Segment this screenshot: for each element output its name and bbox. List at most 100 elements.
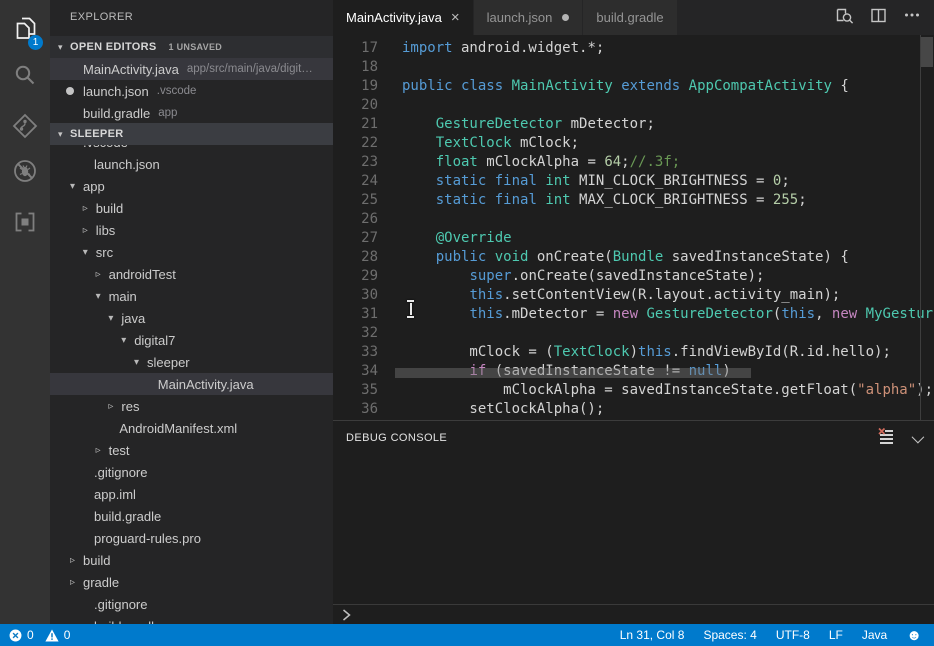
open-editor-desc: .vscode: [157, 85, 197, 97]
tree-item-java[interactable]: ▾java: [50, 307, 333, 329]
twistie-collapsed-icon: ▹: [108, 401, 121, 412]
tree-item-test[interactable]: ▹test: [50, 439, 333, 461]
tree-item-label: AndroidManifest.xml: [119, 421, 237, 436]
tree-item-label: app: [83, 179, 105, 194]
explorer-icon[interactable]: 1: [0, 8, 50, 50]
tree-item-label: libs: [96, 223, 116, 238]
code-line: 20: [333, 96, 934, 115]
line-number: 17: [333, 39, 378, 58]
debug-icon[interactable]: [0, 150, 50, 192]
extensions-icon[interactable]: [0, 201, 50, 243]
code-line: 24 static final int MIN_CLOCK_BRIGHTNESS…: [333, 172, 934, 191]
tree-item-label: .gitignore: [94, 597, 147, 612]
open-editor-name: launch.json: [83, 84, 149, 99]
tab-MainActivity.java[interactable]: MainActivity.java ×: [333, 0, 474, 35]
tree-item-label: src: [96, 245, 113, 260]
editor-actions: [834, 0, 934, 35]
open-editors-header[interactable]: ▾ OPEN EDITORS 1 UNSAVED: [50, 36, 333, 58]
collapse-panel-icon[interactable]: [912, 430, 925, 443]
unsaved-badge: 1 UNSAVED: [169, 42, 223, 52]
open-editor-item[interactable]: launch.json .vscode: [50, 80, 333, 102]
tree-item-build[interactable]: ▹build: [50, 197, 333, 219]
tree-item-app.iml[interactable]: app.iml: [50, 483, 333, 505]
twistie-collapsed-icon: ▹: [70, 577, 83, 588]
tab-launch.json[interactable]: launch.json: [474, 0, 584, 35]
tree-item-sleeper[interactable]: ▾sleeper: [50, 351, 333, 373]
tree-item-build.gradle[interactable]: build.gradle: [50, 505, 333, 527]
code-line: 32: [333, 324, 934, 343]
tree-item-.gitignore[interactable]: .gitignore: [50, 593, 333, 615]
problems-status[interactable]: 0 0: [0, 628, 76, 642]
code-line: 18: [333, 58, 934, 77]
tree-item-launch.json[interactable]: launch.json: [50, 153, 333, 175]
line-text: GestureDetector mDetector;: [402, 115, 655, 134]
twistie-expanded-icon: ▾: [108, 313, 121, 324]
debug-console-input[interactable]: [333, 604, 934, 625]
tree-item-app[interactable]: ▾app: [50, 175, 333, 197]
clear-console-icon[interactable]: [877, 427, 895, 450]
source-control-icon[interactable]: [0, 105, 50, 147]
twistie-collapsed-icon: ▹: [83, 203, 96, 214]
twistie-expanded-icon: ▾: [134, 357, 147, 368]
line-number: 23: [333, 153, 378, 172]
close-icon[interactable]: ×: [451, 10, 460, 25]
line-number: 27: [333, 229, 378, 248]
status-encoding[interactable]: UTF-8: [776, 628, 810, 642]
tree-item-MainActivity.java[interactable]: MainActivity.java: [50, 373, 333, 395]
line-text: super.onCreate(savedInstanceState);: [402, 267, 764, 286]
tree-item-digital7[interactable]: ▾digital7: [50, 329, 333, 351]
tree-item-proguard-rules.pro[interactable]: proguard-rules.pro: [50, 527, 333, 549]
tree-item-res[interactable]: ▹res: [50, 395, 333, 417]
folder-section-header[interactable]: ▾ SLEEPER: [50, 123, 333, 145]
line-text: static final int MIN_CLOCK_BRIGHTNESS = …: [402, 172, 790, 191]
open-editor-desc: app/src/main/java/digit…: [187, 63, 313, 75]
prompt-chevron-icon: [341, 608, 353, 622]
line-number: 22: [333, 134, 378, 153]
tree-item-main[interactable]: ▾main: [50, 285, 333, 307]
tree-item-AndroidManifest.xml[interactable]: AndroidManifest.xml: [50, 417, 333, 439]
tree-item-gradle[interactable]: ▹gradle: [50, 571, 333, 593]
tree-item-build[interactable]: ▹build: [50, 549, 333, 571]
tree-item-src[interactable]: ▾src: [50, 241, 333, 263]
tree-item-.gitignore[interactable]: .gitignore: [50, 461, 333, 483]
tree-item-libs[interactable]: ▹libs: [50, 219, 333, 241]
sidebar-title: EXPLORER: [50, 0, 333, 35]
code-editor[interactable]: 17import android.widget.*;1819public cla…: [333, 35, 934, 420]
tab-build.gradle[interactable]: build.gradle: [583, 0, 677, 35]
line-number: 19: [333, 77, 378, 96]
open-editor-item[interactable]: build.gradle app: [50, 102, 333, 124]
tree-item-androidTest[interactable]: ▹androidTest: [50, 263, 333, 285]
line-text: this.setContentView(R.layout.activity_ma…: [402, 286, 840, 305]
tab-label: launch.json: [487, 10, 553, 25]
split-editor-icon[interactable]: [869, 6, 888, 30]
status-line-col[interactable]: Ln 31, Col 8: [620, 628, 685, 642]
line-number: 21: [333, 115, 378, 134]
horizontal-scrollbar-thumb[interactable]: [395, 368, 751, 378]
code-line: 23 float mClockAlpha = 64;//.3f;: [333, 153, 934, 172]
feedback-smiley-icon[interactable]: ☻: [906, 628, 922, 643]
status-indentation[interactable]: Spaces: 4: [703, 628, 756, 642]
code-line: 25 static final int MAX_CLOCK_BRIGHTNESS…: [333, 191, 934, 210]
twistie-expanded-icon: ▾: [58, 42, 70, 53]
twistie-collapsed-icon: ▹: [96, 269, 109, 280]
tab-label: MainActivity.java: [346, 10, 442, 25]
open-editor-name: build.gradle: [83, 106, 150, 121]
tab-bar-tabs: MainActivity.java × launch.json build.gradl…: [333, 0, 678, 35]
more-actions-icon[interactable]: [903, 6, 921, 29]
code-line: 26: [333, 210, 934, 229]
line-number: 20: [333, 96, 378, 115]
vertical-scrollbar-thumb[interactable]: [921, 37, 933, 67]
search-icon[interactable]: [0, 55, 50, 97]
open-editor-item[interactable]: MainActivity.javaapp/src/main/java/digit…: [50, 58, 333, 80]
tree-item-build.gradle[interactable]: build.gradle: [50, 615, 333, 624]
open-preview-icon[interactable]: [834, 5, 854, 30]
sidebar-explorer: EXPLORER ▾ OPEN EDITORS 1 UNSAVED MainAc…: [50, 0, 333, 624]
status-language-mode[interactable]: Java: [862, 628, 887, 642]
status-bar-right: Ln 31, Col 8 Spaces: 4 UTF-8 LF Java: [620, 628, 887, 642]
modified-dot-icon: [66, 87, 74, 95]
status-eol[interactable]: LF: [829, 628, 843, 642]
line-number: 18: [333, 58, 378, 77]
open-editor-desc: app: [158, 107, 177, 119]
folder-section-label: SLEEPER: [70, 128, 123, 140]
panel-title[interactable]: DEBUG CONSOLE: [346, 432, 447, 444]
